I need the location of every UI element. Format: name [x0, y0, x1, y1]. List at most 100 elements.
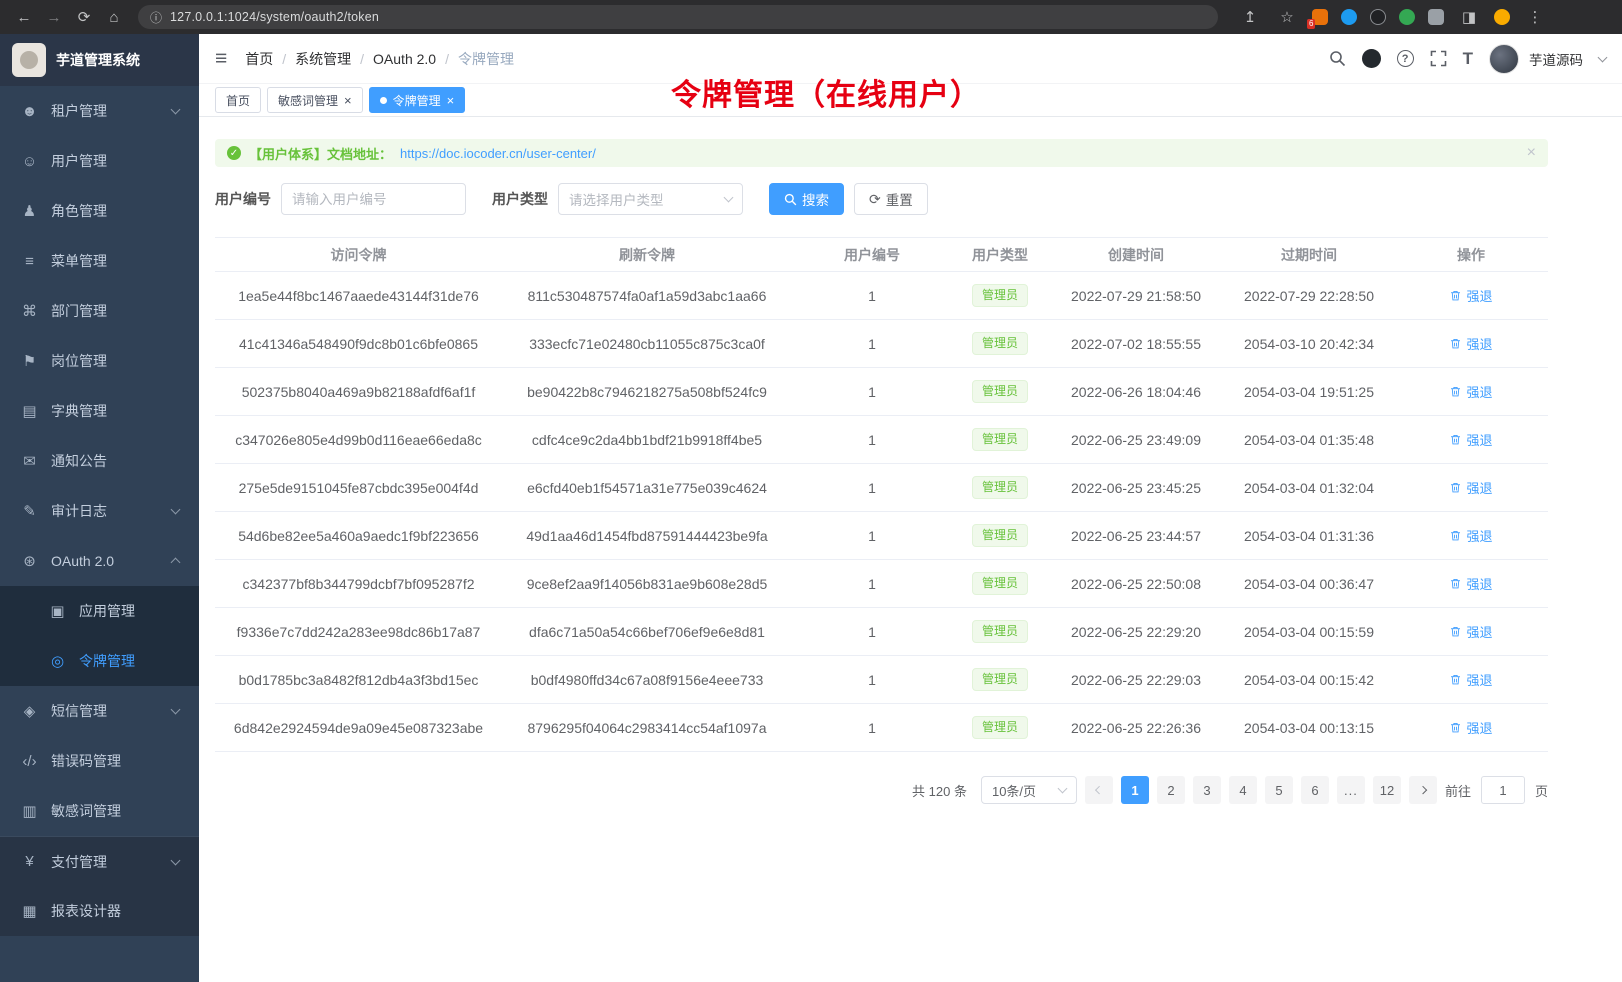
extension-icon-bird[interactable] — [1341, 9, 1357, 25]
user-type-select[interactable]: 请选择用户类型 — [558, 183, 743, 215]
breadcrumb-item-1[interactable]: 系统管理 — [295, 49, 351, 69]
dictionary-icon: ▤ — [20, 402, 39, 420]
sidebar-toggle-icon[interactable]: ≡ — [215, 48, 227, 69]
force-logout-button[interactable]: 强退 — [1449, 718, 1492, 737]
tab-2-active[interactable]: 令牌管理 × — [369, 87, 466, 113]
header-actions: ? T 芋道源码 — [1329, 44, 1606, 74]
browser-home-icon[interactable]: ⌂ — [102, 5, 126, 29]
force-logout-button[interactable]: 强退 — [1449, 334, 1492, 353]
sidebar-item-dictionary[interactable]: ▤字典管理 — [0, 386, 199, 436]
sidebar-item-post[interactable]: ⚑岗位管理 — [0, 336, 199, 386]
browser-menu-icon[interactable]: ⋮ — [1523, 5, 1547, 29]
search-icon[interactable] — [1329, 50, 1346, 67]
force-logout-button[interactable]: 强退 — [1449, 286, 1492, 305]
column-header-3: 用户类型 — [952, 238, 1048, 272]
sidebar-item-user[interactable]: ☺用户管理 — [0, 136, 199, 186]
breadcrumb-item-0[interactable]: 首页 — [245, 49, 273, 69]
sidebar-item-error-code[interactable]: ‹/›错误码管理 — [0, 736, 199, 786]
reset-button[interactable]: ⟳ 重置 — [854, 183, 928, 215]
page-button-3[interactable]: 3 — [1193, 776, 1221, 804]
prev-page-button[interactable] — [1085, 776, 1113, 804]
user-id-input[interactable] — [281, 183, 466, 215]
profile-avatar-icon[interactable] — [1494, 9, 1510, 25]
force-logout-button[interactable]: 强退 — [1449, 622, 1492, 641]
search-button[interactable]: 搜索 — [769, 183, 844, 215]
alert-close-icon[interactable]: × — [1527, 145, 1536, 161]
app-logo[interactable]: 芋道管理系统 — [0, 34, 199, 86]
site-info-icon[interactable]: ⓘ — [150, 9, 162, 26]
force-logout-label: 强退 — [1466, 622, 1492, 641]
page-size-select[interactable]: 10条/页 — [981, 776, 1077, 804]
page-button-12[interactable]: 12 — [1373, 776, 1401, 804]
tab-close-icon[interactable]: × — [344, 94, 352, 107]
alert-doc-link[interactable]: https://doc.iocoder.cn/user-center/ — [400, 146, 596, 161]
page-button-2[interactable]: 2 — [1157, 776, 1185, 804]
sidebar-item-sensitive-word[interactable]: ▥敏感词管理 — [0, 786, 199, 836]
extension-icon-orange[interactable]: 6 — [1312, 9, 1328, 25]
logo-image — [12, 43, 46, 77]
tab-1[interactable]: 敏感词管理× — [267, 87, 363, 113]
submenu-item-application[interactable]: ▣应用管理 — [0, 586, 199, 636]
bookmark-star-icon[interactable]: ☆ — [1275, 5, 1299, 29]
url-text[interactable]: 127.0.0.1:1024/system/oauth2/token — [170, 10, 379, 24]
user-name[interactable]: 芋道源码 — [1529, 49, 1583, 69]
font-size-icon[interactable]: T — [1463, 49, 1473, 69]
sidebar-item-notice[interactable]: ✉通知公告 — [0, 436, 199, 486]
delete-icon — [1449, 721, 1462, 734]
page-button-4[interactable]: 4 — [1229, 776, 1257, 804]
tab-close-icon[interactable]: × — [447, 94, 455, 107]
force-logout-button[interactable]: 强退 — [1449, 382, 1492, 401]
goto-page-input[interactable] — [1481, 776, 1525, 804]
page-button-6[interactable]: 6 — [1301, 776, 1329, 804]
force-logout-button[interactable]: 强退 — [1449, 430, 1492, 449]
force-logout-button[interactable]: 强退 — [1449, 670, 1492, 689]
sidebar-item-department[interactable]: ⌘部门管理 — [0, 286, 199, 336]
delete-icon — [1449, 433, 1462, 446]
breadcrumb-item-3: 令牌管理 — [458, 49, 514, 69]
force-logout-button[interactable]: 强退 — [1449, 478, 1492, 497]
theme-toggle-icon[interactable]: ◨ — [1457, 5, 1481, 29]
force-logout-button[interactable]: 强退 — [1449, 526, 1492, 545]
extension-icon-green[interactable] — [1399, 9, 1415, 25]
sidebar-item-audit-log[interactable]: ✎审计日志 — [0, 486, 199, 536]
sidebar-item-oauth[interactable]: ⊛OAuth 2.0 — [0, 536, 199, 586]
extension-badge: 6 — [1307, 19, 1315, 29]
menu-label: 应用管理 — [79, 601, 135, 621]
page-button-5[interactable]: 5 — [1265, 776, 1293, 804]
sidebar-item-payment[interactable]: ¥支付管理 — [0, 836, 199, 886]
browser-forward-icon[interactable]: → — [42, 5, 66, 29]
action-cell: 强退 — [1394, 512, 1548, 560]
page-ellipsis[interactable]: ... — [1337, 776, 1365, 804]
table-row: 6d842e2924594de9a09e45e087323abe8796295f… — [215, 704, 1548, 752]
browser-back-icon[interactable]: ← — [12, 5, 36, 29]
sidebar-item-tenant[interactable]: ☻租户管理 — [0, 86, 199, 136]
chevron-up-icon — [171, 558, 181, 568]
sidebar-item-menu[interactable]: ≡菜单管理 — [0, 236, 199, 286]
sidebar-item-sms[interactable]: ◈短信管理 — [0, 686, 199, 736]
user-id-cell: 1 — [792, 656, 952, 704]
submenu-item-token[interactable]: ◎令牌管理 — [0, 636, 199, 686]
next-page-button[interactable] — [1409, 776, 1437, 804]
fullscreen-icon[interactable] — [1430, 50, 1447, 67]
app-header: ≡ 首页/系统管理/OAuth 2.0/令牌管理 ? T 芋道源码 — [199, 34, 1622, 84]
help-icon[interactable]: ? — [1397, 50, 1414, 67]
force-logout-button[interactable]: 强退 — [1449, 574, 1492, 593]
github-icon[interactable] — [1362, 49, 1381, 68]
extensions-puzzle-icon[interactable] — [1428, 9, 1444, 25]
tab-0[interactable]: 首页 — [215, 87, 261, 113]
share-icon[interactable]: ↥ — [1238, 5, 1262, 29]
page-button-1[interactable]: 1 — [1121, 776, 1149, 804]
address-bar[interactable]: ⓘ 127.0.0.1:1024/system/oauth2/token — [138, 5, 1218, 29]
browser-reload-icon[interactable]: ⟳ — [72, 5, 96, 29]
delete-icon — [1449, 481, 1462, 494]
sidebar-item-report-designer[interactable]: ▦报表设计器 — [0, 886, 199, 936]
extension-icon-dark[interactable] — [1370, 9, 1386, 25]
browser-toolbar-right: ↥ ☆ 6 ◨ ⋮ — [1238, 5, 1547, 29]
breadcrumb-item-2[interactable]: OAuth 2.0 — [373, 51, 436, 67]
sidebar-item-role[interactable]: ♟角色管理 — [0, 186, 199, 236]
total-count: 共 120 条 — [912, 781, 967, 800]
user-avatar[interactable] — [1489, 44, 1519, 74]
menu-label: 部门管理 — [51, 301, 107, 321]
tab-label: 令牌管理 — [393, 92, 441, 109]
created-time-cell: 2022-06-25 22:29:20 — [1048, 608, 1224, 656]
